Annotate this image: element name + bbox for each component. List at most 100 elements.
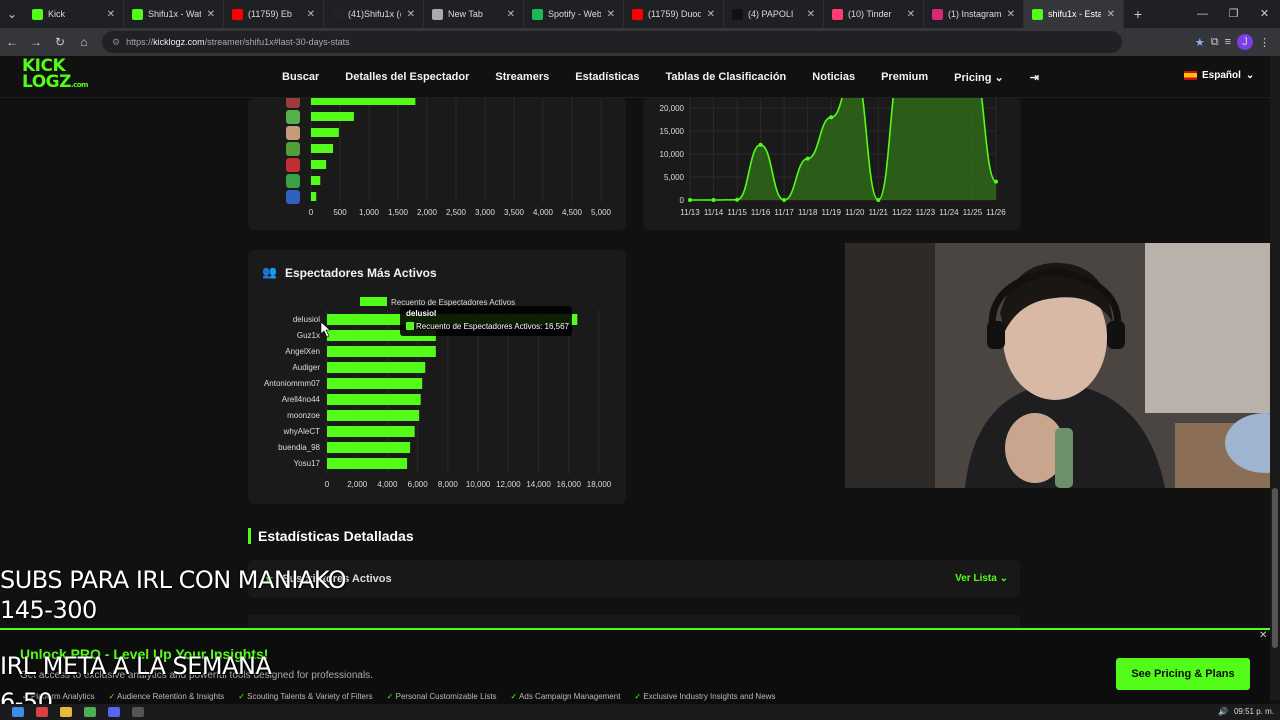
tooltip-text: Recuento de Espectadores Activos: 16,567 (416, 322, 570, 331)
bar (327, 362, 426, 373)
tab-close-icon[interactable]: ✕ (707, 9, 715, 20)
back-icon[interactable]: ← (0, 35, 24, 49)
nav-item[interactable]: Premium (881, 71, 928, 83)
y-tick-label: 15,000 (660, 127, 685, 136)
avatar-icon (286, 126, 300, 140)
legend-swatch (360, 297, 387, 306)
tooltip-title: delusiol (406, 309, 436, 318)
nav-item[interactable]: Pricing ⌄ (954, 71, 1004, 84)
chrome-icon[interactable] (84, 707, 96, 717)
scroll-thumb[interactable] (1272, 488, 1278, 648)
reload-icon[interactable]: ↻ (48, 35, 72, 49)
tab-close-icon[interactable]: ✕ (907, 9, 915, 20)
nav-item[interactable]: Noticias (812, 71, 855, 83)
browser-tab[interactable]: (10) Tinder ✕ (824, 0, 924, 28)
volume-icon[interactable]: 🔊 (1218, 707, 1228, 716)
tab-close-icon[interactable]: ✕ (207, 9, 215, 20)
nav-item[interactable]: Streamers (495, 71, 549, 83)
bar (311, 176, 321, 185)
y-tick-label: 20,000 (660, 104, 685, 113)
discord-icon[interactable] (108, 707, 120, 717)
tab-title: (11759) Duode (648, 9, 701, 19)
avatar-icon (286, 190, 300, 204)
language-selector[interactable]: Español ⌄ (1184, 70, 1254, 81)
taskbar-app-icon[interactable] (36, 707, 48, 717)
profile-avatar[interactable]: J (1237, 34, 1253, 50)
tab-favicon-icon (632, 8, 643, 20)
browser-tab[interactable]: New Tab ✕ (424, 0, 524, 28)
tab-favicon-icon (232, 8, 243, 20)
nav-item[interactable]: Estadísticas (575, 71, 639, 83)
browser-tab[interactable]: (41)Shifu1x (@ ✕ (324, 0, 424, 28)
obs-icon[interactable] (132, 707, 144, 717)
x-tick-label: 2,000 (347, 480, 368, 489)
bar (327, 426, 415, 437)
file-explorer-icon[interactable] (60, 707, 72, 717)
tab-close-icon[interactable]: ✕ (607, 9, 615, 20)
line-point (688, 198, 692, 202)
browser-tab[interactable]: Spotify - Web ✕ (524, 0, 624, 28)
category-label: moonzoe (287, 411, 320, 420)
language-label: Español (1202, 70, 1241, 81)
maximize-icon[interactable]: ❐ (1218, 0, 1249, 28)
browser-tab[interactable]: (11759) Duode ✕ (624, 0, 724, 28)
browser-tab[interactable]: (4) PAPOLI ✕ (724, 0, 824, 28)
media-icon[interactable]: ≡ (1225, 36, 1231, 48)
see-pricing-button[interactable]: See Pricing & Plans (1116, 658, 1250, 690)
browser-tab[interactable]: Kick ✕ (24, 0, 124, 28)
top-line-chart: 0 5,000 10,000 15,000 20,000 11/13 11/14 11/15 1… (660, 61, 1006, 217)
new-tab-icon[interactable]: + (1124, 6, 1152, 22)
main-menu: Buscar Detalles del Espectador Streamers Es… (282, 56, 1039, 98)
minimize-icon[interactable]: — (1187, 0, 1218, 28)
bookmark-star-icon[interactable]: ★ (1195, 36, 1205, 49)
browser-tab[interactable]: shifu1x - Estad ✕ (1024, 0, 1124, 28)
login-icon[interactable]: ⇥ (1030, 71, 1039, 84)
chevron-down-icon: ⌄ (1245, 70, 1255, 81)
tab-close-icon[interactable]: ✕ (807, 9, 815, 20)
x-tick-label: 12,000 (496, 480, 521, 489)
forward-icon[interactable]: → (24, 35, 48, 49)
tab-close-icon[interactable]: ✕ (107, 9, 115, 20)
tab-close-icon[interactable]: ✕ (507, 9, 515, 20)
y-tick-label: 0 (680, 196, 685, 205)
browser-tab[interactable]: Shifu1x - Watch ✕ (124, 0, 224, 28)
kicklogz-logo[interactable]: KICK LOGZ.com (22, 58, 92, 96)
category-label: Audiger (292, 363, 320, 372)
webcam-image (845, 243, 1280, 488)
browser-tab[interactable]: (11759) Eb ✕ (224, 0, 324, 28)
x-tick-label: 14,000 (526, 480, 551, 489)
home-icon[interactable]: ⌂ (72, 35, 96, 49)
nav-item[interactable]: Detalles del Espectador (345, 71, 469, 83)
nav-item[interactable]: Tablas de Clasificación (665, 71, 786, 83)
x-tick-label: 6,000 (408, 480, 429, 489)
tab-close-icon[interactable]: ✕ (307, 9, 315, 20)
line-area (690, 62, 996, 200)
close-icon[interactable]: ✕ (1259, 630, 1267, 641)
tab-close-icon[interactable]: ✕ (1107, 9, 1115, 20)
view-list-button[interactable]: Ver Lista ⌄ (955, 573, 1008, 584)
taskbar: 🔊 09:51 p. m. (0, 704, 1280, 720)
extensions-icon[interactable]: ⧉ (1211, 36, 1219, 49)
category-label: Yosu17 (294, 459, 321, 468)
tab-close-icon[interactable]: ✕ (1007, 9, 1015, 20)
top-line-chart-card: 0 5,000 10,000 15,000 20,000 11/13 11/14 11/15 1… (643, 61, 1021, 230)
top-bar-chart-card: 0 500 1,000 1,500 2,000 2,500 3,000 3,500 4,000 4… (248, 94, 626, 230)
windows-start-icon[interactable] (12, 707, 24, 717)
history-row (248, 615, 1020, 629)
tab-favicon-icon (432, 8, 443, 20)
browser-menu-icon[interactable]: ⋮ (1259, 36, 1270, 49)
line-point (782, 198, 787, 202)
tab-favicon-icon (532, 8, 543, 20)
line-point (829, 115, 834, 120)
page-scrollbar[interactable] (1270, 56, 1280, 700)
browser-tab[interactable]: (1) Instagram ✕ (924, 0, 1024, 28)
tab-search-icon[interactable]: ⌄ (0, 7, 24, 21)
url-path: /streamer/shifu1x#last-30-days-stats (204, 37, 350, 47)
site-info-icon[interactable]: ⚙ (112, 37, 120, 48)
nav-item[interactable]: Buscar (282, 71, 319, 83)
url-field[interactable]: ⚙ https://kicklogz.com/streamer/shifu1x#… (102, 31, 1122, 53)
tab-favicon-icon (1032, 8, 1043, 20)
close-window-icon[interactable]: ✕ (1249, 0, 1280, 28)
tab-close-icon[interactable]: ✕ (407, 9, 415, 20)
active-subscribers-row[interactable]: ★ Suscriptores Activos Ver Lista ⌄ (248, 560, 1020, 598)
